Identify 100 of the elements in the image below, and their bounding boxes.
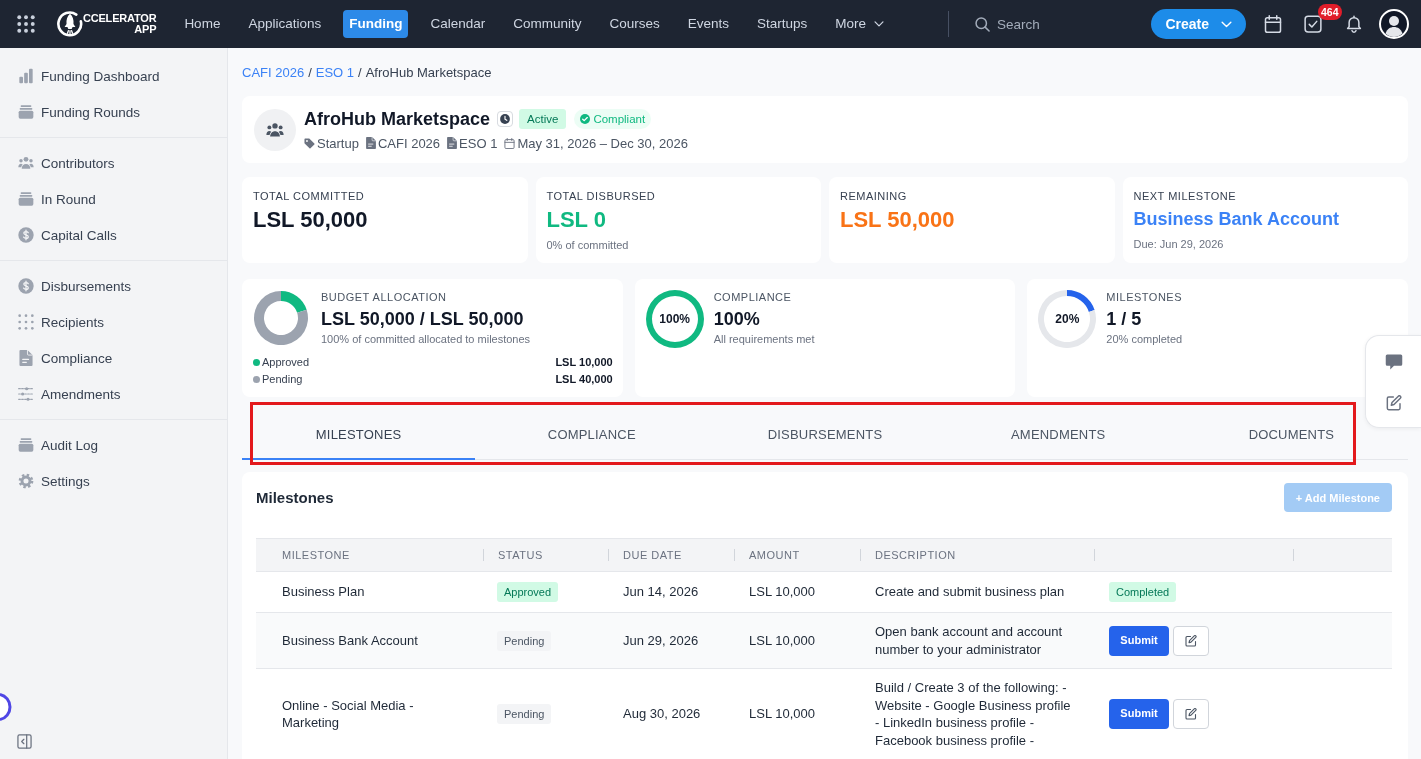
create-button[interactable]: Create: [1151, 9, 1246, 39]
summary-note: All requirements met: [713, 332, 815, 346]
tray-icon: [18, 104, 34, 120]
sidebar-item[interactable]: Contributors: [0, 145, 227, 181]
sidebar-toggle-icon[interactable]: [17, 734, 32, 749]
meta-text: ESO 1: [459, 134, 498, 152]
legend-label: Pending: [262, 372, 303, 387]
column-header: STATUS: [483, 538, 608, 572]
tab[interactable]: DOCUMENTS: [1174, 410, 1408, 460]
tab[interactable]: AMENDMENTS: [941, 410, 1175, 460]
sidebar-item[interactable]: Disbursements: [0, 268, 227, 304]
summary-value: LSL 50,000 / LSL 50,000: [321, 308, 524, 330]
breadcrumb-current: AfroHub Marketspace: [365, 64, 492, 81]
submit-button[interactable]: Submit: [1109, 699, 1169, 729]
stat-value: LSL 0: [546, 207, 606, 233]
stat-label: TOTAL COMMITTED: [253, 189, 366, 203]
nav-link[interactable]: More: [829, 10, 891, 38]
logo-text: APP: [134, 24, 157, 35]
nav-link[interactable]: Community: [507, 10, 588, 38]
table-cell: Build / Create 3 of the following: - Website - Google Business profile - LinkedIn business profile - Facebook business profile -: [860, 668, 1094, 759]
breadcrumb-separator: /: [308, 64, 312, 81]
breadcrumb-link[interactable]: ESO 1: [315, 64, 355, 81]
nav-link[interactable]: Courses: [603, 10, 666, 38]
sidebar-item[interactable]: Funding Rounds: [0, 94, 227, 130]
breadcrumb-link[interactable]: CAFI 2026: [242, 64, 305, 81]
edit-button[interactable]: [1173, 699, 1209, 729]
tab[interactable]: COMPLIANCE: [475, 410, 709, 460]
bell-icon[interactable]: [1345, 15, 1363, 33]
bar-chart-icon: [18, 68, 34, 84]
clock-icon[interactable]: [497, 111, 514, 127]
summary-note: 100% of committed allocated to milestones: [321, 332, 531, 346]
sidebar-item[interactable]: In Round: [0, 181, 227, 217]
users-icon: [18, 155, 34, 171]
table-cell: Business Plan: [256, 571, 483, 613]
table-cell: Create and submit business plan: [860, 571, 1094, 613]
stat-label: NEXT MILESTONE: [1133, 189, 1238, 203]
sidebar-item[interactable]: Capital Calls: [0, 217, 227, 253]
summary-label: COMPLIANCE: [713, 290, 793, 304]
stat-note: Due: Jun 29, 2026: [1133, 237, 1225, 251]
meta-text: Startup: [317, 134, 359, 152]
table-cell: Jun 14, 2026: [608, 571, 734, 613]
tab[interactable]: DISBURSEMENTS: [708, 410, 942, 460]
stat-label: TOTAL DISBURSED: [546, 189, 657, 203]
tab[interactable]: MILESTONES: [242, 410, 476, 460]
edit-icon[interactable]: [1385, 395, 1402, 411]
table-cell: Business Bank Account: [256, 612, 483, 669]
meta-text: May 31, 2026 – Dec 30, 2026: [517, 134, 688, 152]
summary-value: 1 / 5: [1106, 308, 1142, 330]
summary-label: MILESTONES: [1106, 290, 1183, 304]
nav-link[interactable]: Startups: [751, 10, 814, 38]
ring-icon[interactable]: [0, 692, 12, 722]
sliders-icon: [18, 386, 34, 402]
sidebar-item[interactable]: Settings: [0, 463, 227, 499]
sidebar-item[interactable]: Funding Dashboard: [0, 58, 227, 94]
sidebar-item[interactable]: Recipients: [0, 304, 227, 340]
search-field[interactable]: Search: [997, 14, 1138, 34]
nav-link[interactable]: Home: [178, 10, 227, 38]
pencil-icon: [1185, 708, 1197, 720]
chat-icon[interactable]: [1384, 353, 1403, 371]
sidebar-item[interactable]: Compliance: [0, 340, 227, 376]
meta-text: CAFI 2026: [377, 134, 441, 152]
sidebar-item[interactable]: Audit Log: [0, 427, 227, 463]
status-badge: Pending: [497, 630, 552, 651]
document-icon: [18, 350, 34, 366]
breadcrumb-separator: /: [358, 64, 362, 81]
milestone-link[interactable]: Business Bank Account: [1133, 207, 1339, 231]
sidebar-item[interactable]: Amendments: [0, 376, 227, 412]
status-badge: Pending: [497, 704, 552, 724]
nav-link[interactable]: Calendar: [424, 10, 492, 38]
avatar-icon[interactable]: [1379, 9, 1409, 39]
stat-note: 0% of committed: [546, 238, 630, 252]
calendar-icon: [504, 137, 516, 149]
tray-icon: [18, 437, 34, 453]
table-cell: Aug 30, 2026: [608, 668, 734, 759]
ring-reading: 100%: [659, 312, 690, 326]
nav-link[interactable]: Applications: [242, 10, 328, 38]
table-cell: Online - Social Media - Marketing: [256, 668, 483, 759]
calendar-icon[interactable]: [1264, 15, 1282, 33]
checkbox-icon[interactable]: [1304, 15, 1322, 33]
section-title: Milestones: [256, 489, 334, 506]
stat-label: REMAINING: [840, 189, 908, 203]
status-badge: Completed: [1109, 582, 1177, 602]
edit-button[interactable]: [1173, 625, 1209, 656]
column-header: DESCRIPTION: [860, 538, 1094, 572]
status-badge: Approved: [497, 582, 559, 602]
dollar-icon: [18, 278, 34, 294]
search-icon: [975, 16, 991, 32]
status-badge: Active: [519, 109, 567, 129]
chevron-down-icon: [874, 19, 885, 29]
nav-link[interactable]: Funding: [343, 10, 409, 38]
table-cell: Jun 29, 2026: [608, 612, 734, 669]
nav-link[interactable]: Events: [681, 10, 736, 38]
pencil-icon: [1185, 634, 1197, 647]
submit-button[interactable]: Submit: [1109, 625, 1169, 656]
notification-badge: 464: [1318, 4, 1342, 20]
legend-amount: LSL 40,000: [555, 372, 613, 387]
gear-icon: [18, 473, 34, 489]
legend-amount: LSL 10,000: [555, 355, 613, 370]
grid-icon[interactable]: [17, 15, 35, 33]
group-avatar-icon: [254, 108, 296, 151]
